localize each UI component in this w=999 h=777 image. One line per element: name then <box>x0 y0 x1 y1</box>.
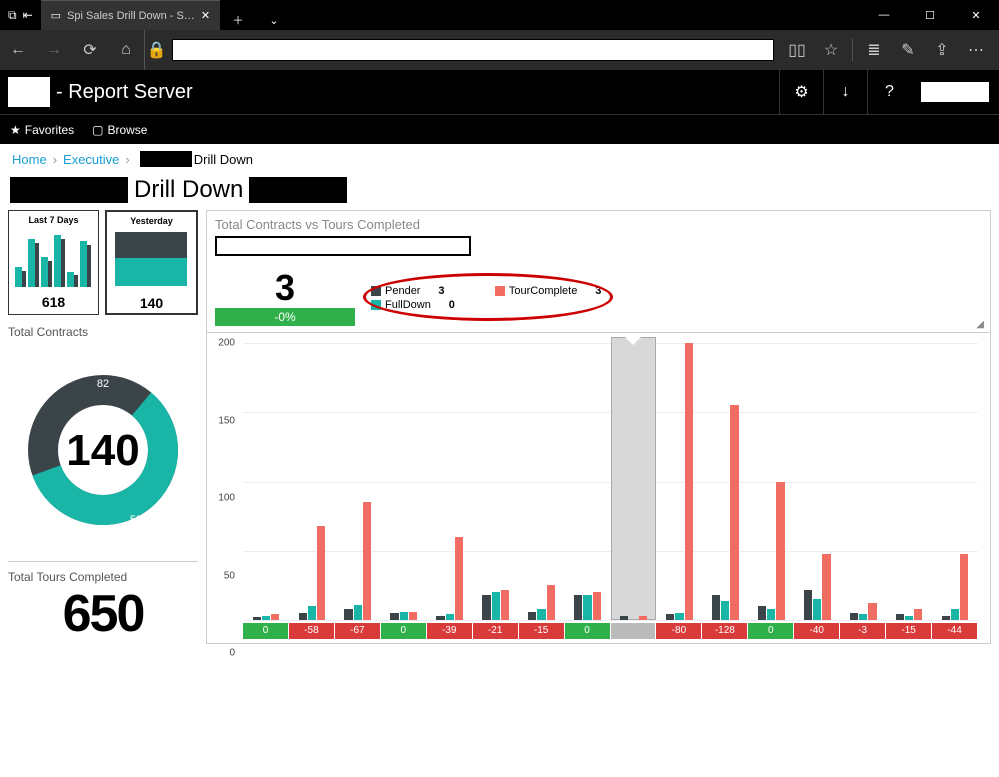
favorite-star-icon[interactable]: ☆ <box>814 30 848 70</box>
notes-icon[interactable]: ✎ <box>891 30 925 70</box>
close-tab-icon[interactable]: ✕ <box>201 9 210 22</box>
nav-browse[interactable]: ▢ Browse <box>92 123 147 137</box>
contracts-donut: 140 82 58 <box>18 365 188 535</box>
label-total-tours: Total Tours Completed <box>8 570 198 584</box>
main-chart[interactable]: 0-58-670-39-21-150-80-1280-40-3-15-44 05… <box>206 333 991 644</box>
sparkline-last7 <box>13 227 93 287</box>
app-subnav: ★ Favorites ▢ Browse <box>0 114 999 144</box>
settings-gear-icon[interactable]: ⚙ <box>779 70 823 114</box>
nav-favorites[interactable]: ★ Favorites <box>10 123 74 137</box>
reading-view-icon[interactable]: ▯▯ <box>780 30 814 70</box>
more-icon[interactable]: ⋯ <box>959 30 993 70</box>
label-total-contracts: Total Contracts <box>8 325 198 339</box>
favorites-list-icon[interactable]: ≣ <box>857 30 891 70</box>
selected-pct: -0% <box>215 308 355 326</box>
chart-header: Total Contracts vs Tours Completed 3 -0%… <box>206 210 991 333</box>
chart-legend: Pender3 FullDown0 TourComplete3 <box>371 285 601 311</box>
new-tab-button[interactable]: ＋ <box>220 0 256 40</box>
app-logo-mask <box>8 77 50 107</box>
window-close-button[interactable]: ✕ <box>953 0 999 30</box>
user-name-mask[interactable] <box>921 82 989 102</box>
swatch-tourcomplete <box>495 286 505 296</box>
chart-title: Total Contracts vs Tours Completed <box>215 217 982 232</box>
window-titlebar: ⧉ ⇤ ▭ Spi Sales Drill Down - S… ✕ ＋ ⌄ — … <box>0 0 999 30</box>
page-title: Drill Down <box>134 176 243 204</box>
breadcrumb: Home › Executive › Drill Down <box>0 144 999 174</box>
browser-toolbar: ← → ⟳ ⌂ 🔒 ▯▯ ☆ ≣ ✎ ⇪ ⋯ <box>0 30 999 70</box>
donut-center-value: 140 <box>66 426 139 475</box>
title-mask-right <box>249 177 347 203</box>
tab-group-icon: ⧉ <box>8 8 17 23</box>
swatch-pender <box>371 286 381 296</box>
expand-handle-icon[interactable]: ◢ <box>976 319 984 330</box>
window-minimize-button[interactable]: — <box>861 0 907 30</box>
download-icon[interactable]: ↓ <box>823 70 867 114</box>
star-icon: ★ <box>10 123 21 137</box>
forward-button[interactable]: → <box>36 30 72 70</box>
svg-text:82: 82 <box>97 378 109 390</box>
home-button[interactable]: ⌂ <box>108 30 144 70</box>
crumb-current: Drill Down <box>194 152 253 167</box>
tab-set-aside-icon: ⇤ <box>23 8 33 22</box>
value-total-tours: 650 <box>8 584 198 644</box>
back-button[interactable]: ← <box>0 30 36 70</box>
tile-last-7-days[interactable]: Last 7 Days 618 <box>8 210 99 315</box>
app-header: - Report Server ⚙ ↓ ? <box>0 70 999 114</box>
browser-tab[interactable]: ▭ Spi Sales Drill Down - S… ✕ <box>41 0 220 30</box>
crumb-home[interactable]: Home <box>12 152 47 167</box>
tab-title: Spi Sales Drill Down - S… <box>67 10 195 22</box>
lock-icon: 🔒 <box>144 30 168 70</box>
title-mask-left <box>10 177 128 203</box>
selected-total: 3 <box>215 270 355 306</box>
swatch-fulldown <box>371 300 381 310</box>
help-icon[interactable]: ? <box>867 70 911 114</box>
crumb-executive[interactable]: Executive <box>63 152 119 167</box>
address-field[interactable] <box>172 39 774 61</box>
window-maximize-button[interactable]: ☐ <box>907 0 953 30</box>
sparkline-yesterday <box>111 228 191 288</box>
tab-actions-icon[interactable]: ⌄ <box>256 0 292 40</box>
app-title: - Report Server <box>56 81 193 104</box>
browse-icon: ▢ <box>92 123 103 137</box>
tile-yesterday[interactable]: Yesterday 140 <box>105 210 198 315</box>
svg-text:58: 58 <box>130 514 142 526</box>
refresh-button[interactable]: ⟳ <box>72 30 108 70</box>
chart-subtitle-mask <box>215 236 471 256</box>
crumb-mask <box>140 151 192 167</box>
page-icon: ▭ <box>51 9 61 22</box>
page-title-row: Drill Down <box>0 174 999 206</box>
share-icon[interactable]: ⇪ <box>925 30 959 70</box>
